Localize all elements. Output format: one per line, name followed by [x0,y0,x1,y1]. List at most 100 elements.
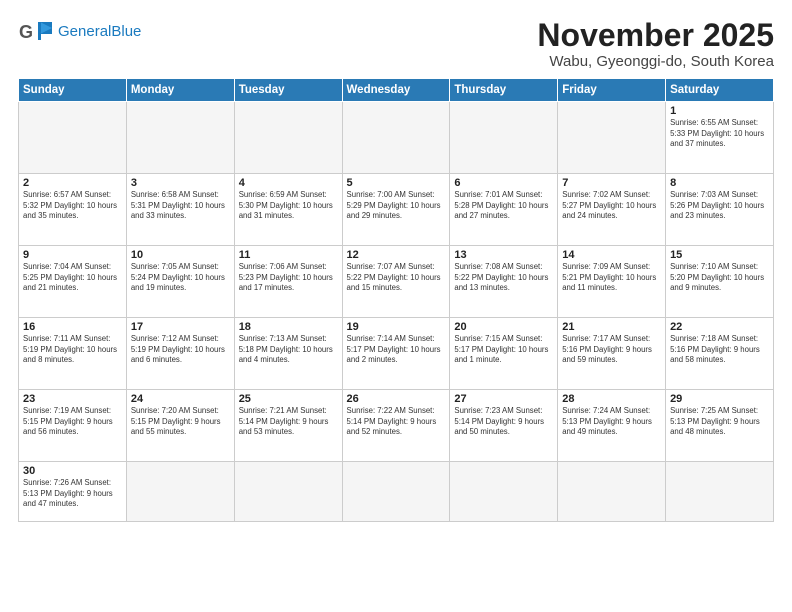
table-row [558,462,666,522]
table-row: 24Sunrise: 7:20 AM Sunset: 5:15 PM Dayli… [126,390,234,462]
day-number: 12 [347,249,446,261]
day-number: 7 [562,177,661,189]
day-info: Sunrise: 7:17 AM Sunset: 5:16 PM Dayligh… [562,334,661,366]
logo-icon: G [18,18,54,46]
day-number: 8 [670,177,769,189]
day-info: Sunrise: 7:03 AM Sunset: 5:26 PM Dayligh… [670,190,769,222]
table-row: 29Sunrise: 7:25 AM Sunset: 5:13 PM Dayli… [666,390,774,462]
table-row: 9Sunrise: 7:04 AM Sunset: 5:25 PM Daylig… [19,246,127,318]
table-row: 2Sunrise: 6:57 AM Sunset: 5:32 PM Daylig… [19,174,127,246]
table-row: 28Sunrise: 7:24 AM Sunset: 5:13 PM Dayli… [558,390,666,462]
day-number: 15 [670,249,769,261]
table-row: 21Sunrise: 7:17 AM Sunset: 5:16 PM Dayli… [558,318,666,390]
day-number: 19 [347,321,446,333]
day-info: Sunrise: 6:59 AM Sunset: 5:30 PM Dayligh… [239,190,338,222]
table-row: 23Sunrise: 7:19 AM Sunset: 5:15 PM Dayli… [19,390,127,462]
table-row: 17Sunrise: 7:12 AM Sunset: 5:19 PM Dayli… [126,318,234,390]
table-row: 14Sunrise: 7:09 AM Sunset: 5:21 PM Dayli… [558,246,666,318]
day-number: 2 [23,177,122,189]
logo-blue: Blue [111,23,141,40]
day-info: Sunrise: 7:19 AM Sunset: 5:15 PM Dayligh… [23,406,122,438]
header: G GeneralBlue November 2025 Wabu, Gyeong… [18,18,774,70]
table-row [342,462,450,522]
col-monday: Monday [126,79,234,102]
day-number: 29 [670,393,769,405]
day-info: Sunrise: 7:02 AM Sunset: 5:27 PM Dayligh… [562,190,661,222]
table-row [666,462,774,522]
calendar-table: Sunday Monday Tuesday Wednesday Thursday… [18,78,774,522]
day-info: Sunrise: 7:21 AM Sunset: 5:14 PM Dayligh… [239,406,338,438]
col-wednesday: Wednesday [342,79,450,102]
month-title: November 2025 [537,18,774,53]
logo-general: General [58,23,111,40]
table-row: 12Sunrise: 7:07 AM Sunset: 5:22 PM Dayli… [342,246,450,318]
table-row: 27Sunrise: 7:23 AM Sunset: 5:14 PM Dayli… [450,390,558,462]
day-number: 16 [23,321,122,333]
calendar-header-row: Sunday Monday Tuesday Wednesday Thursday… [19,79,774,102]
day-number: 25 [239,393,338,405]
day-info: Sunrise: 7:10 AM Sunset: 5:20 PM Dayligh… [670,262,769,294]
table-row: 20Sunrise: 7:15 AM Sunset: 5:17 PM Dayli… [450,318,558,390]
day-number: 10 [131,249,230,261]
day-number: 11 [239,249,338,261]
day-info: Sunrise: 6:57 AM Sunset: 5:32 PM Dayligh… [23,190,122,222]
day-info: Sunrise: 6:55 AM Sunset: 5:33 PM Dayligh… [670,118,769,150]
day-number: 14 [562,249,661,261]
day-number: 3 [131,177,230,189]
col-friday: Friday [558,79,666,102]
logo: G GeneralBlue [18,18,141,46]
day-number: 1 [670,105,769,117]
day-number: 22 [670,321,769,333]
table-row [450,462,558,522]
day-info: Sunrise: 7:00 AM Sunset: 5:29 PM Dayligh… [347,190,446,222]
table-row [234,102,342,174]
table-row: 11Sunrise: 7:06 AM Sunset: 5:23 PM Dayli… [234,246,342,318]
day-number: 13 [454,249,553,261]
day-info: Sunrise: 7:14 AM Sunset: 5:17 PM Dayligh… [347,334,446,366]
day-info: Sunrise: 7:05 AM Sunset: 5:24 PM Dayligh… [131,262,230,294]
table-row: 30Sunrise: 7:26 AM Sunset: 5:13 PM Dayli… [19,462,127,522]
logo-text: GeneralBlue [58,24,141,41]
day-info: Sunrise: 7:09 AM Sunset: 5:21 PM Dayligh… [562,262,661,294]
table-row [342,102,450,174]
table-row: 13Sunrise: 7:08 AM Sunset: 5:22 PM Dayli… [450,246,558,318]
table-row: 22Sunrise: 7:18 AM Sunset: 5:16 PM Dayli… [666,318,774,390]
day-info: Sunrise: 7:18 AM Sunset: 5:16 PM Dayligh… [670,334,769,366]
day-info: Sunrise: 7:11 AM Sunset: 5:19 PM Dayligh… [23,334,122,366]
table-row: 16Sunrise: 7:11 AM Sunset: 5:19 PM Dayli… [19,318,127,390]
day-info: Sunrise: 7:23 AM Sunset: 5:14 PM Dayligh… [454,406,553,438]
day-number: 27 [454,393,553,405]
day-info: Sunrise: 7:26 AM Sunset: 5:13 PM Dayligh… [23,478,122,510]
day-number: 9 [23,249,122,261]
table-row [126,102,234,174]
table-row: 18Sunrise: 7:13 AM Sunset: 5:18 PM Dayli… [234,318,342,390]
svg-text:G: G [19,22,33,42]
day-number: 23 [23,393,122,405]
table-row: 10Sunrise: 7:05 AM Sunset: 5:24 PM Dayli… [126,246,234,318]
day-info: Sunrise: 7:25 AM Sunset: 5:13 PM Dayligh… [670,406,769,438]
table-row: 8Sunrise: 7:03 AM Sunset: 5:26 PM Daylig… [666,174,774,246]
table-row: 5Sunrise: 7:00 AM Sunset: 5:29 PM Daylig… [342,174,450,246]
table-row: 15Sunrise: 7:10 AM Sunset: 5:20 PM Dayli… [666,246,774,318]
day-info: Sunrise: 7:20 AM Sunset: 5:15 PM Dayligh… [131,406,230,438]
day-info: Sunrise: 7:12 AM Sunset: 5:19 PM Dayligh… [131,334,230,366]
day-info: Sunrise: 7:04 AM Sunset: 5:25 PM Dayligh… [23,262,122,294]
day-number: 18 [239,321,338,333]
table-row [19,102,127,174]
day-number: 21 [562,321,661,333]
table-row: 25Sunrise: 7:21 AM Sunset: 5:14 PM Dayli… [234,390,342,462]
table-row [450,102,558,174]
day-number: 6 [454,177,553,189]
table-row: 3Sunrise: 6:58 AM Sunset: 5:31 PM Daylig… [126,174,234,246]
col-thursday: Thursday [450,79,558,102]
day-info: Sunrise: 7:06 AM Sunset: 5:23 PM Dayligh… [239,262,338,294]
table-row: 7Sunrise: 7:02 AM Sunset: 5:27 PM Daylig… [558,174,666,246]
day-number: 30 [23,465,122,477]
day-number: 20 [454,321,553,333]
col-tuesday: Tuesday [234,79,342,102]
day-info: Sunrise: 7:15 AM Sunset: 5:17 PM Dayligh… [454,334,553,366]
calendar-page: G GeneralBlue November 2025 Wabu, Gyeong… [0,0,792,612]
table-row: 19Sunrise: 7:14 AM Sunset: 5:17 PM Dayli… [342,318,450,390]
day-info: Sunrise: 7:13 AM Sunset: 5:18 PM Dayligh… [239,334,338,366]
table-row: 1Sunrise: 6:55 AM Sunset: 5:33 PM Daylig… [666,102,774,174]
